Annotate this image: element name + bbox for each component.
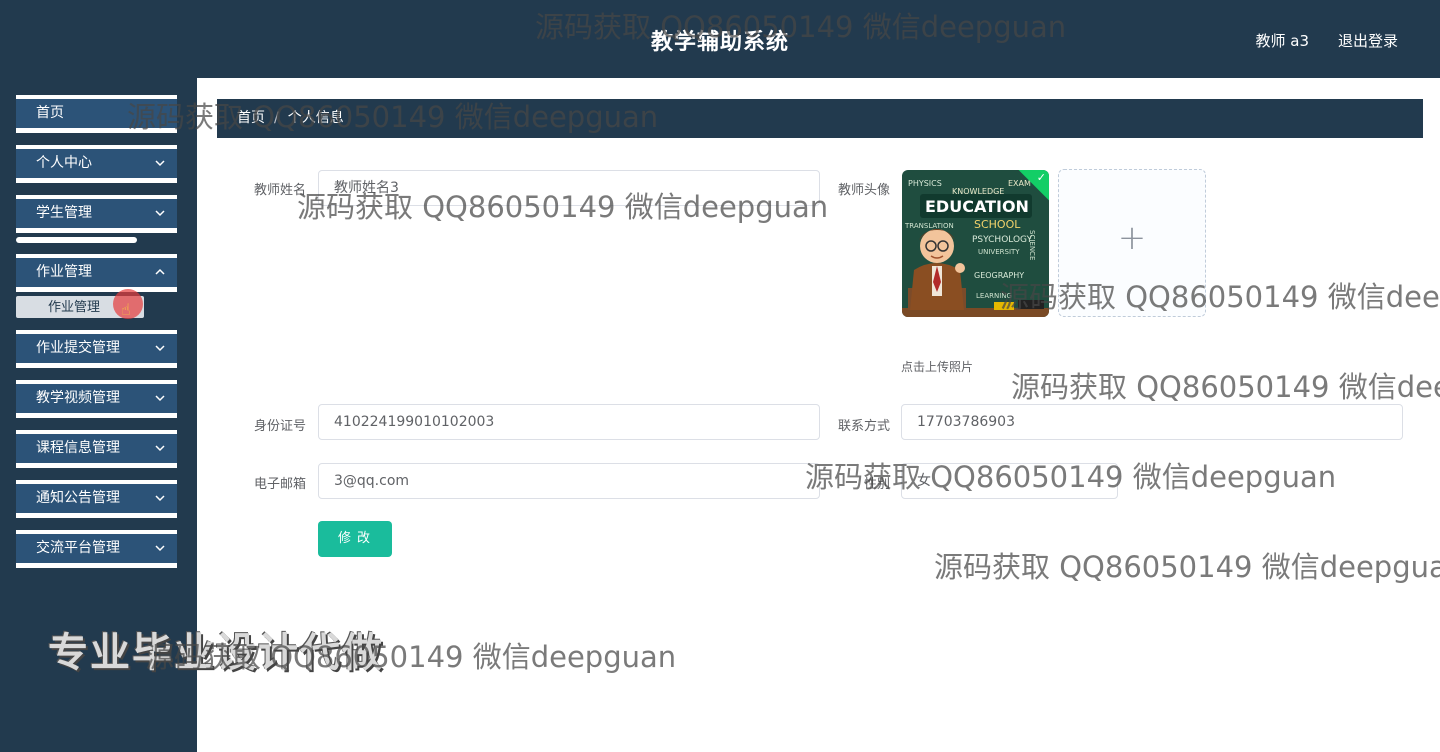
submenu-collapsed-bar — [16, 237, 137, 243]
sidebar-item-label: 作业管理 — [36, 264, 92, 280]
chevron-down-icon — [155, 210, 165, 217]
chevron-up-icon — [155, 268, 165, 275]
sidebar-item-course-management[interactable]: 课程信息管理 — [16, 430, 177, 468]
check-icon: ✓ — [1036, 171, 1046, 184]
sidebar-item-notice-management[interactable]: 通知公告管理 — [16, 480, 177, 518]
logout-link[interactable]: 退出登录 — [1338, 30, 1398, 51]
sidebar-item-home[interactable]: 首页 — [16, 95, 177, 133]
email-label: 电子邮箱 — [253, 477, 306, 492]
chalk-word: LEARNING — [976, 292, 1012, 300]
upload-tip: 点击上传照片 — [901, 360, 974, 374]
sidebar-item-forum-management[interactable]: 交流平台管理 — [16, 530, 177, 568]
id-number-label: 身份证号 — [253, 419, 306, 434]
chalk-word: SCIENCE — [1028, 230, 1036, 260]
sidebar-item-label: 作业提交管理 — [36, 340, 120, 356]
chalk-word: PSYCHOLOGY — [972, 235, 1033, 245]
current-user: 教师 a3 — [1255, 32, 1309, 50]
hand-cursor-icon: ☝ — [121, 300, 131, 319]
chevron-down-icon — [155, 545, 165, 552]
app-title: 教学辅助系统 — [650, 30, 789, 55]
sidebar-item-video-management[interactable]: 教学视频管理 — [16, 380, 177, 418]
watermark: 源码获取 QQ86050149 微信dee — [1011, 370, 1440, 404]
sidebar-item-label: 学生管理 — [36, 205, 92, 221]
chalk-word: GEOGRAPHY — [974, 271, 1024, 280]
chevron-down-icon — [155, 395, 165, 402]
promo-text: 专业毕业设计代做 — [48, 630, 384, 676]
teacher-avatar-image[interactable]: PHYSICS KNOWLEDGE EXAM EDUCATION SCHOOL … — [902, 170, 1049, 317]
sidebar-item-label: 通知公告管理 — [36, 490, 120, 506]
watermark: 源码获取 QQ86050149 微信deepgua — [934, 550, 1440, 584]
teacher-name-label: 教师姓名 — [253, 183, 306, 198]
education-badge: EDUCATION — [925, 197, 1029, 216]
breadcrumb-separator: / — [274, 110, 279, 126]
breadcrumb-home[interactable]: 首页 — [237, 110, 265, 126]
sidebar-item-student-management[interactable]: 学生管理 — [16, 195, 177, 233]
phone-label: 联系方式 — [837, 419, 890, 434]
education-illustration: PHYSICS KNOWLEDGE EXAM EDUCATION SCHOOL … — [902, 170, 1049, 317]
id-number-input[interactable]: 410224199010102003 — [318, 404, 820, 440]
chevron-down-icon — [155, 445, 165, 452]
chalk-word: PHYSICS — [908, 179, 942, 188]
sidebar-item-personal-center[interactable]: 个人中心 — [16, 145, 177, 183]
avatar-uploader[interactable]: + — [1058, 169, 1206, 317]
sidebar-item-label: 课程信息管理 — [36, 440, 120, 456]
breadcrumb-current: 个人信息 — [287, 110, 344, 126]
avatar-label: 教师头像 — [837, 183, 890, 198]
chalk-word: SCHOOL — [974, 218, 1021, 231]
plus-icon: + — [1117, 218, 1147, 258]
chalk-word: TRANSLATION — [904, 222, 954, 230]
gender-select[interactable]: 女 — [901, 463, 1118, 499]
email-input[interactable]: 3@qq.com — [318, 463, 820, 499]
sidebar-item-label: 教学视频管理 — [36, 390, 120, 406]
chalk-word: EXAM — [1008, 179, 1031, 188]
phone-input[interactable]: 17703786903 — [901, 404, 1403, 440]
breadcrumb: 首页 / 个人信息 — [217, 99, 1423, 138]
chevron-down-icon — [155, 345, 165, 352]
chevron-down-icon — [155, 160, 165, 167]
sidebar-item-label: 个人中心 — [36, 155, 92, 171]
gender-label: 性别 — [863, 477, 890, 492]
teacher-name-input[interactable]: 教师姓名3 — [318, 170, 820, 206]
sidebar-item-homework-management[interactable]: 作业管理 — [16, 254, 177, 292]
sidebar-item-label: 交流平台管理 — [36, 540, 120, 556]
sidebar-item-label: 首页 — [16, 99, 177, 128]
sidebar: 首页 个人中心 学生管理 作业管理 作业管理 ☝ 作业提交管理 教学视频管理 课… — [0, 78, 382, 752]
top-header: 教学辅助系统 教师 a3 退出登录 — [0, 0, 1440, 78]
chalk-word: UNIVERSITY — [978, 248, 1020, 256]
chevron-down-icon — [155, 495, 165, 502]
sidebar-item-homework-submission[interactable]: 作业提交管理 — [16, 330, 177, 368]
save-button[interactable]: 修改 — [318, 521, 392, 557]
